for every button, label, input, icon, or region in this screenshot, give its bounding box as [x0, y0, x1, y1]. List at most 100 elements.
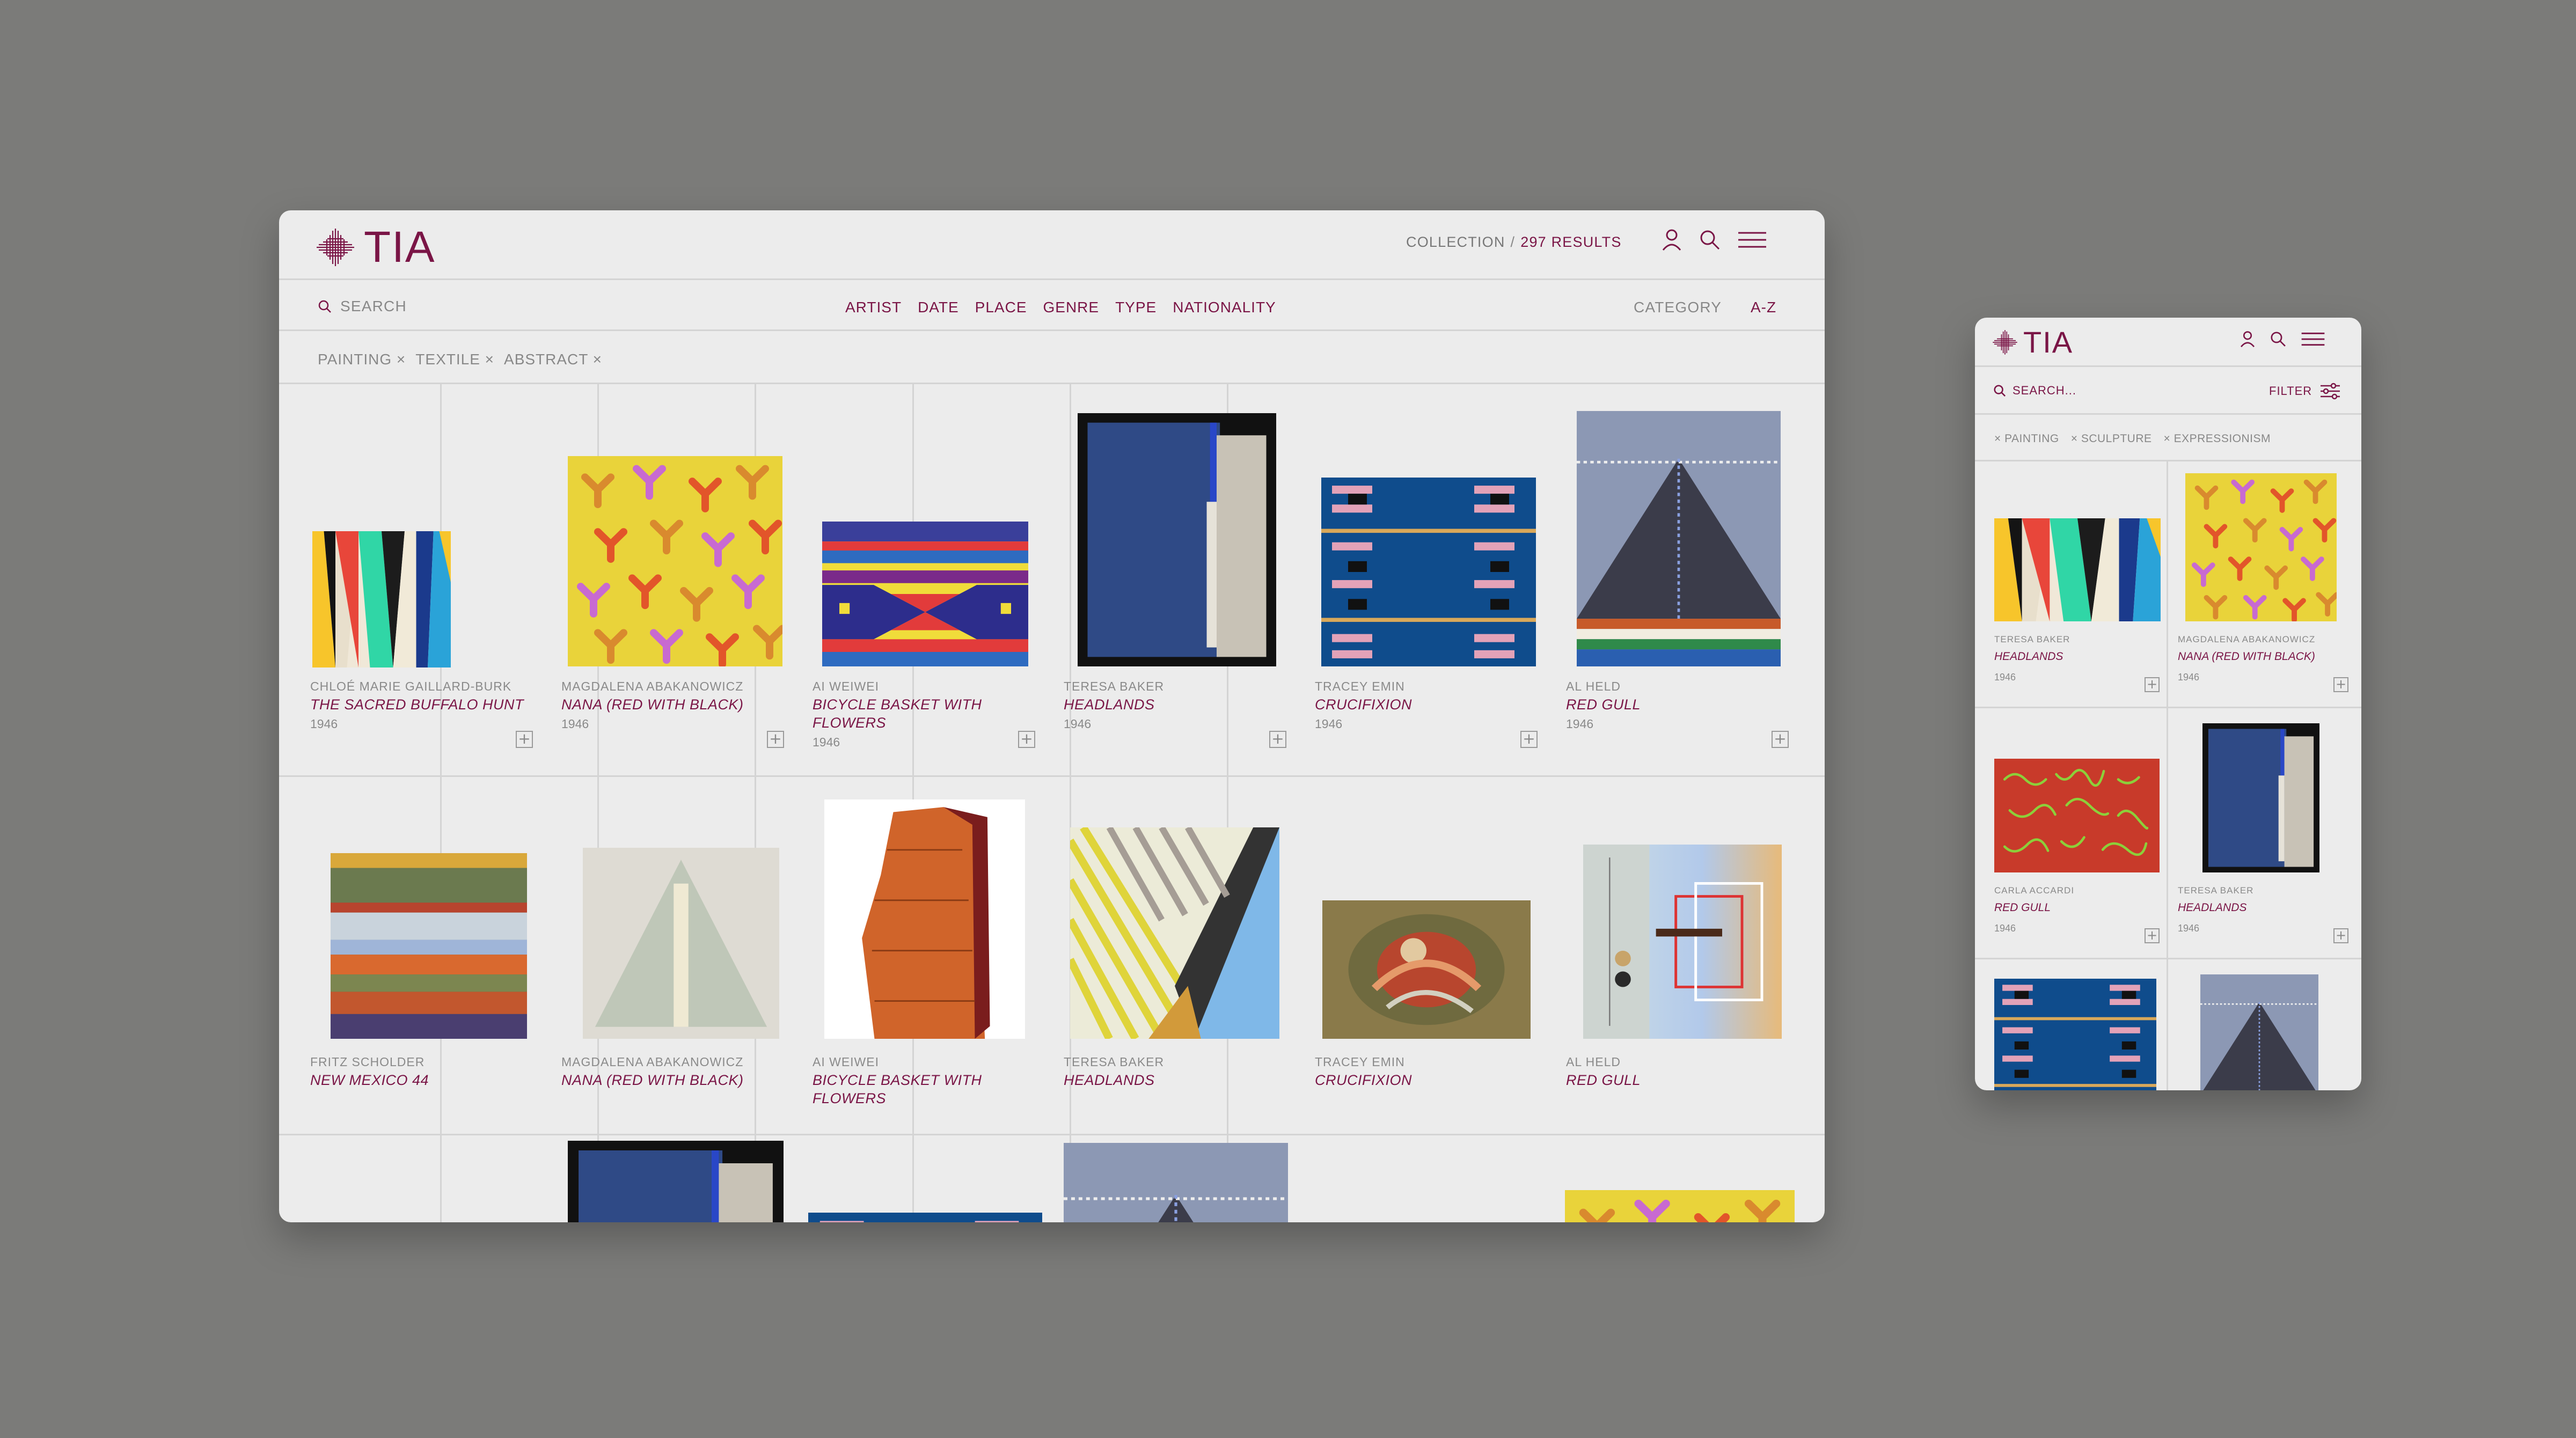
artwork-image[interactable]: [1078, 413, 1276, 666]
artwork-image[interactable]: [1583, 845, 1782, 1039]
logo[interactable]: TIA: [316, 225, 436, 269]
artwork-title[interactable]: RED GULL: [1566, 695, 1781, 714]
artwork-image[interactable]: [331, 853, 527, 1039]
logo-text: TIA: [364, 223, 436, 272]
artist-name[interactable]: AI WEIWEI: [813, 679, 879, 694]
tag-expressionism[interactable]: × EXPRESSIONISM: [2164, 432, 2271, 445]
artist-name[interactable]: AL HELD: [1566, 679, 1621, 694]
category-dropdown[interactable]: CATEGORY: [1634, 299, 1722, 316]
artwork-image[interactable]: [1994, 518, 2161, 621]
sort-az-button[interactable]: A-Z: [1751, 299, 1776, 316]
artist-name[interactable]: MAGDALENA ABAKANOWICZ: [561, 679, 743, 694]
artwork-title[interactable]: RED GULL: [1566, 1071, 1781, 1089]
filter-nationality[interactable]: NATIONALITY: [1173, 299, 1276, 316]
artwork-image[interactable]: [808, 1213, 1042, 1222]
artwork-title[interactable]: BICYCLE BASKET WITH FLOWERS: [813, 1071, 1006, 1107]
artist-name[interactable]: MAGDALENA ABAKANOWICZ: [561, 1055, 743, 1069]
add-to-collection-button[interactable]: +: [2333, 677, 2348, 692]
filter-bar: SEARCH ARTIST DATE PLACE GENRE TYPE NATI…: [279, 282, 1825, 331]
artwork-image[interactable]: [1322, 900, 1531, 1039]
artwork-image[interactable]: [1577, 411, 1781, 666]
artist-name[interactable]: AL HELD: [1566, 1055, 1621, 1069]
tag-painting[interactable]: PAINTING ×: [318, 351, 406, 368]
artwork-year: 1946: [2178, 672, 2200, 683]
artist-name[interactable]: TRACEY EMIN: [1315, 1055, 1405, 1069]
breadcrumb-section[interactable]: COLLECTION: [1406, 234, 1505, 250]
artwork-image[interactable]: [1994, 979, 2156, 1090]
search-field[interactable]: SEARCH: [318, 298, 407, 315]
artist-name[interactable]: TERESA BAKER: [1064, 1055, 1164, 1069]
artwork-title[interactable]: HEADLANDS: [1994, 650, 2063, 663]
tag-painting[interactable]: × PAINTING: [1994, 432, 2059, 445]
user-icon[interactable]: [2240, 329, 2256, 349]
add-to-collection-button[interactable]: +: [2145, 677, 2160, 692]
add-to-collection-button[interactable]: +: [1772, 731, 1789, 748]
filter-links: ARTIST DATE PLACE GENRE TYPE NATIONALITY: [845, 299, 1276, 316]
artwork-title[interactable]: NANA (RED WITH BLACK): [561, 695, 776, 714]
tag-sculpture[interactable]: × SCULPTURE: [2071, 432, 2152, 445]
add-to-collection-button[interactable]: +: [2333, 928, 2348, 943]
artwork-image[interactable]: [822, 522, 1028, 666]
filter-date[interactable]: DATE: [918, 299, 959, 316]
artist-name[interactable]: CHLOÉ MARIE GAILLARD-BURK: [310, 679, 511, 694]
user-icon[interactable]: [1661, 228, 1682, 252]
artwork-title[interactable]: THE SACRED BUFFALO HUNT: [310, 695, 525, 714]
artwork-image[interactable]: [1321, 478, 1536, 666]
artwork-image[interactable]: [2200, 974, 2318, 1090]
artist-name[interactable]: TERESA BAKER: [2178, 885, 2253, 896]
artwork-image[interactable]: [2185, 473, 2337, 621]
filter-place[interactable]: PLACE: [975, 299, 1027, 316]
add-to-collection-button[interactable]: +: [1018, 731, 1035, 748]
desktop-window: TIA COLLECTION /297 RESULTS SEARCH ARTIST…: [279, 210, 1825, 1222]
search-icon[interactable]: [1699, 229, 1721, 251]
menu-icon[interactable]: [2301, 332, 2325, 347]
artist-name[interactable]: TRACEY EMIN: [1315, 679, 1405, 694]
artist-name[interactable]: TERESA BAKER: [1994, 634, 2070, 645]
add-to-collection-button[interactable]: +: [2145, 928, 2160, 943]
artist-name[interactable]: CARLA ACCARDI: [1994, 885, 2074, 896]
artwork-title[interactable]: RED GULL: [1994, 901, 2051, 914]
tag-abstract[interactable]: ABSTRACT ×: [504, 351, 602, 368]
artwork-year: 1946: [1566, 717, 1594, 731]
artist-name[interactable]: FRITZ SCHOLDER: [310, 1055, 425, 1069]
tag-textile[interactable]: TEXTILE ×: [415, 351, 494, 368]
artwork-title[interactable]: NEW MEXICO 44: [310, 1071, 525, 1089]
artist-name[interactable]: TERESA BAKER: [1064, 679, 1164, 694]
artwork-title[interactable]: NANA (RED WITH BLACK): [561, 1071, 776, 1089]
grid-divider: [440, 384, 442, 1222]
search-field[interactable]: SEARCH...: [1993, 384, 2076, 398]
artwork-image[interactable]: [824, 799, 1025, 1039]
artist-name[interactable]: MAGDALENA ABAKANOWICZ: [2178, 634, 2315, 645]
menu-icon[interactable]: [1737, 231, 1767, 249]
artwork-title[interactable]: NANA (RED WITH BLACK): [2178, 650, 2315, 663]
add-to-collection-button[interactable]: +: [516, 731, 533, 748]
artwork-title[interactable]: CRUCIFIXION: [1315, 1071, 1529, 1089]
artwork-image[interactable]: [1070, 827, 1279, 1039]
add-to-collection-button[interactable]: +: [767, 731, 784, 748]
active-tags: PAINTING × TEXTILE × ABSTRACT ×: [279, 333, 1825, 384]
search-icon: [318, 300, 331, 313]
artwork-image[interactable]: [312, 531, 451, 667]
artwork-image[interactable]: [583, 848, 779, 1039]
filter-artist[interactable]: ARTIST: [845, 299, 902, 316]
artwork-image[interactable]: [1994, 759, 2160, 872]
filter-button[interactable]: FILTER: [2269, 383, 2341, 400]
logo[interactable]: TIA: [1992, 327, 2073, 357]
artwork-title[interactable]: HEADLANDS: [1064, 1071, 1278, 1089]
artwork-title[interactable]: BICYCLE BASKET WITH FLOWERS: [813, 695, 1006, 732]
artwork-image[interactable]: [568, 456, 782, 666]
artwork-image[interactable]: [1064, 1143, 1288, 1222]
artwork-image[interactable]: [568, 1141, 784, 1222]
artwork-image[interactable]: [1565, 1190, 1795, 1222]
artwork-title[interactable]: HEADLANDS: [1064, 695, 1278, 714]
filter-type[interactable]: TYPE: [1115, 299, 1157, 316]
artwork-title[interactable]: CRUCIFIXION: [1315, 695, 1529, 714]
artwork-title[interactable]: HEADLANDS: [2178, 901, 2246, 914]
breadcrumb-separator: /: [1510, 234, 1516, 250]
artist-name[interactable]: AI WEIWEI: [813, 1055, 879, 1069]
filter-genre[interactable]: GENRE: [1043, 299, 1100, 316]
add-to-collection-button[interactable]: +: [1520, 731, 1538, 748]
artwork-image[interactable]: [2202, 723, 2319, 872]
add-to-collection-button[interactable]: +: [1269, 731, 1286, 748]
search-icon[interactable]: [2270, 331, 2287, 348]
